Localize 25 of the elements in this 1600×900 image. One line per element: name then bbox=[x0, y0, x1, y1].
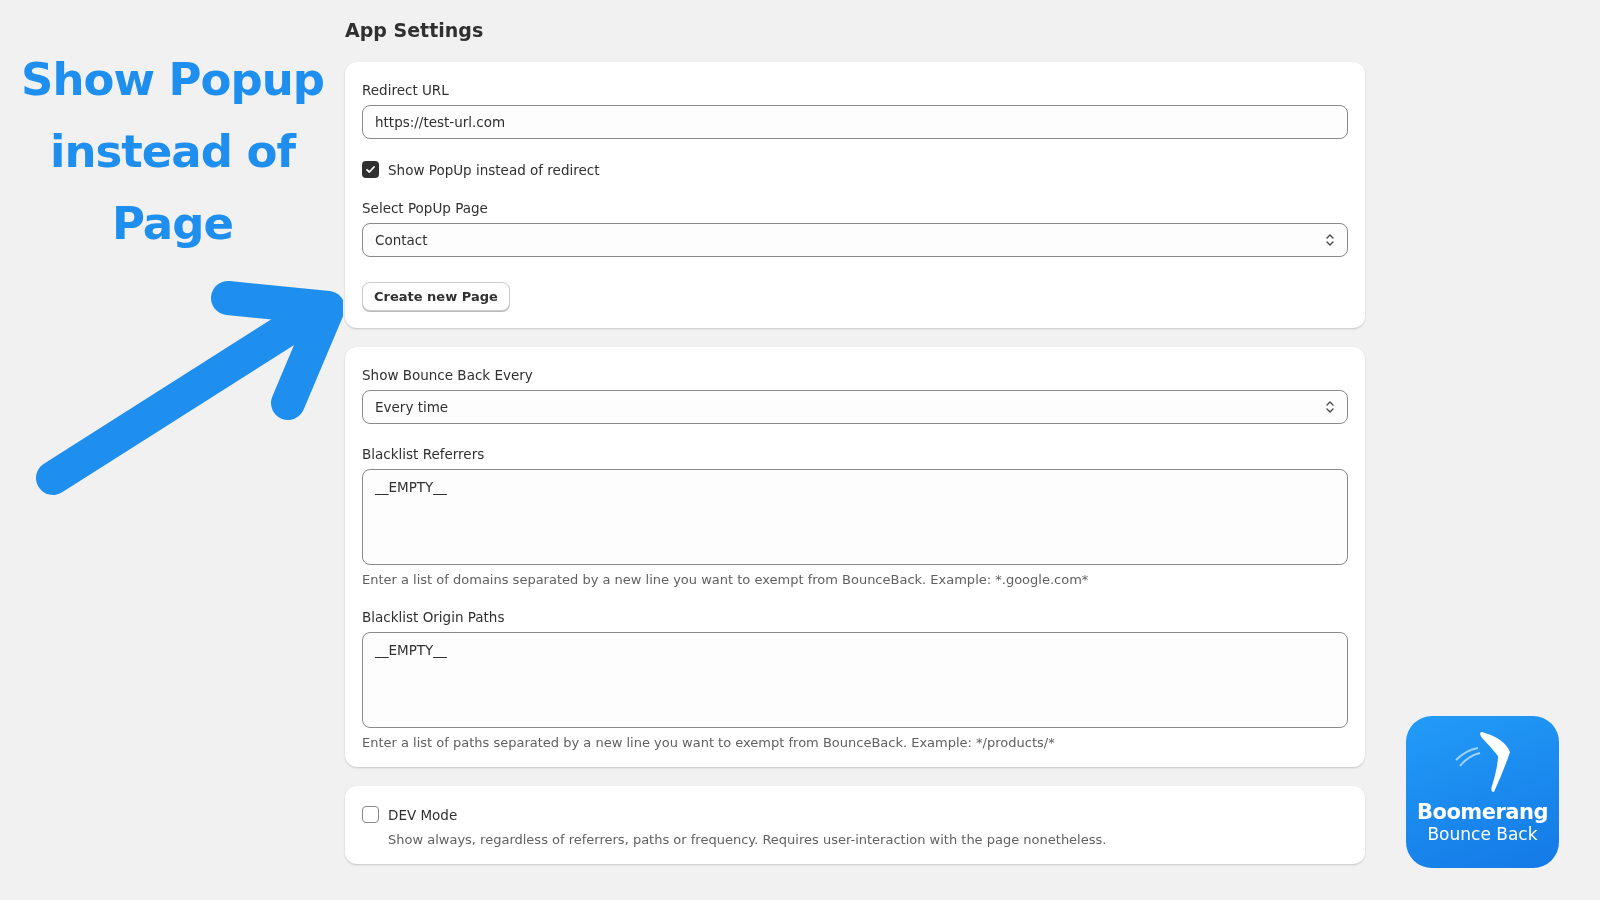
checkbox[interactable] bbox=[362, 806, 379, 823]
chevron-up-down-icon bbox=[1325, 400, 1335, 414]
help-text: Enter a list of paths separated by a new line you want to exempt from BounceBack. Example: */products/* bbox=[362, 735, 1056, 750]
textarea-field[interactable]: __EMPTY__ bbox=[362, 469, 1348, 565]
checkmark-icon bbox=[365, 164, 376, 175]
checkbox-label: DEV Mode bbox=[388, 806, 458, 823]
field-label: Blacklist Referrers bbox=[362, 446, 486, 462]
select-dropdown[interactable]: Every time bbox=[362, 390, 1348, 424]
url-input-field[interactable]: https://test-url.com bbox=[362, 105, 1348, 139]
logo-title: Boomerang bbox=[1417, 800, 1548, 824]
logo-subtitle: Bounce Back bbox=[1427, 824, 1538, 844]
field-label: Blacklist Origin Paths bbox=[362, 609, 506, 625]
textarea-field[interactable]: __EMPTY__ bbox=[362, 632, 1348, 728]
field-label: Redirect URL bbox=[362, 82, 450, 98]
checkbox[interactable] bbox=[362, 161, 379, 178]
help-text: Enter a list of domains separated by a new line you want to exempt from BounceBack. Example: *.google.com* bbox=[362, 572, 1090, 587]
field-label: Show Bounce Back Every bbox=[362, 367, 534, 383]
create-page-button[interactable]: Create new Page bbox=[362, 282, 510, 311]
promo-headline: Show Popup instead of Page bbox=[20, 52, 325, 252]
chevron-up-down-icon bbox=[1325, 233, 1335, 247]
checkbox-label: Show PopUp instead of redirect bbox=[388, 161, 600, 178]
field-label: Select PopUp Page bbox=[362, 200, 489, 216]
select-dropdown[interactable]: Contact bbox=[362, 223, 1348, 257]
help-text: Show always, regardless of referrers, paths or frequency. Requires user-interaction with the page nonetheless. bbox=[387, 832, 1108, 847]
page-title: App Settings bbox=[345, 19, 485, 41]
